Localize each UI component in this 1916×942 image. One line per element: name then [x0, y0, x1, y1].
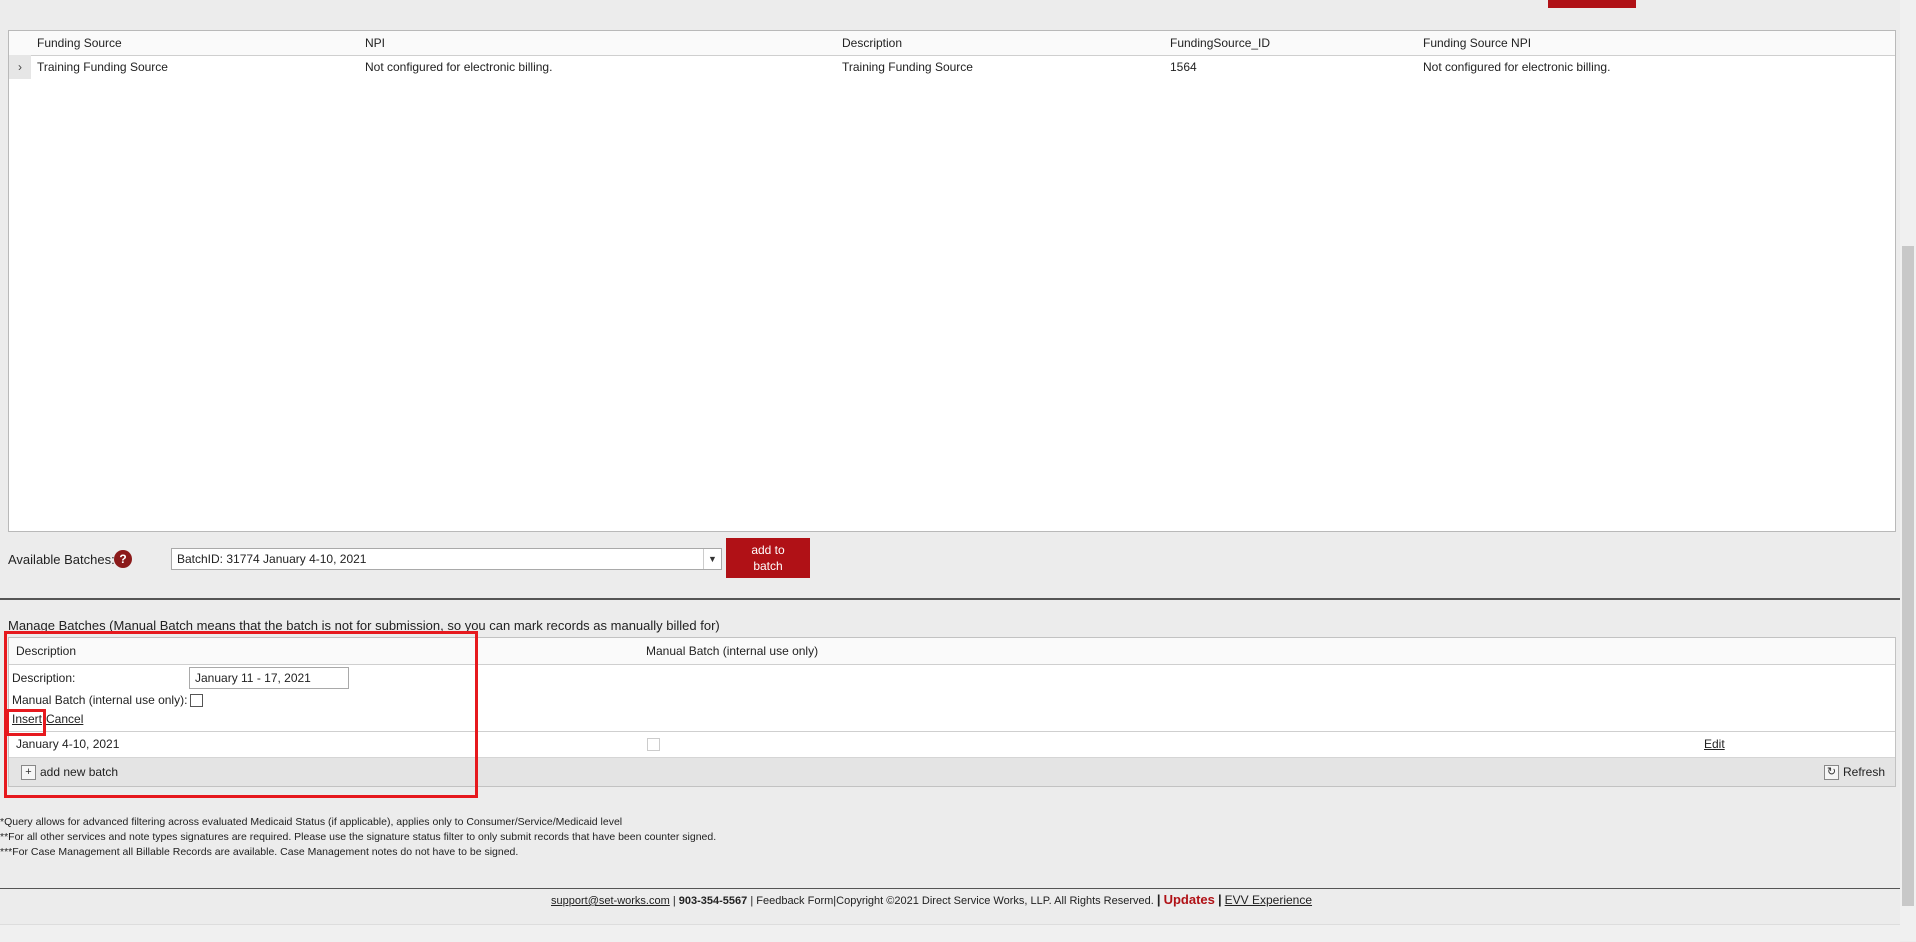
footnote: *Query allows for advanced filtering acr…	[0, 816, 623, 828]
col-npi[interactable]: NPI	[365, 31, 385, 55]
edit-link[interactable]: Edit	[1704, 732, 1725, 757]
batch-select-value: BatchID: 31774 January 4-10, 2021	[177, 552, 367, 566]
col-funding-source[interactable]: Funding Source	[37, 31, 122, 55]
footer-divider	[0, 888, 1900, 889]
col-description[interactable]: Description	[842, 31, 902, 55]
col-manual-batch[interactable]: Manual Batch (internal use only)	[646, 638, 818, 664]
cell-funding-source-id: 1564	[1170, 60, 1197, 74]
add-to-batch-button[interactable]: add to batch	[726, 538, 810, 578]
copyright-text: Copyright ©2021 Direct Service Works, LL…	[836, 895, 1154, 907]
separator: |	[750, 895, 754, 907]
help-icon[interactable]: ?	[114, 550, 132, 568]
col-funding-source-npi[interactable]: Funding Source NPI	[1423, 31, 1531, 55]
table-row[interactable]: › Training Funding Source Not configured…	[9, 55, 1895, 79]
available-batches-label: Available Batches:	[8, 552, 115, 567]
chevron-down-icon[interactable]: ▼	[703, 549, 721, 569]
page-footer: support@set-works.com | 903-354-5567 | F…	[551, 892, 1312, 907]
separator: |	[1156, 892, 1161, 907]
updates-link[interactable]: Updates	[1164, 892, 1215, 907]
cell-funding-source-npi: Not configured for electronic billing.	[1423, 60, 1611, 74]
footnote: ***For Case Management all Billable Reco…	[0, 846, 519, 858]
col-funding-source-id[interactable]: FundingSource_ID	[1170, 31, 1270, 55]
batch-select[interactable]: BatchID: 31774 January 4-10, 2021 ▼	[171, 548, 722, 570]
section-divider	[0, 598, 1900, 600]
active-tab-indicator	[1548, 0, 1636, 8]
cell-description: Training Funding Source	[842, 60, 973, 74]
footnote: **For all other services and note types …	[0, 831, 717, 843]
refresh-icon[interactable]: ↻	[1824, 765, 1839, 780]
add-to-batch-label: add to batch	[751, 543, 785, 573]
cell-npi: Not configured for electronic billing.	[365, 60, 553, 74]
separator: |	[672, 895, 676, 907]
vertical-scrollbar-thumb[interactable]	[1902, 246, 1914, 906]
support-email-link[interactable]: support@set-works.com	[551, 895, 670, 907]
grid-header: Funding Source NPI Description FundingSo…	[9, 31, 1895, 56]
phone-number: 903-354-5567	[678, 895, 748, 907]
highlight-box-insert	[6, 709, 46, 736]
refresh-button[interactable]: Refresh	[1843, 758, 1885, 786]
highlight-box	[4, 631, 478, 798]
separator: |	[1217, 892, 1222, 907]
feedback-form-link[interactable]: Feedback Form	[756, 895, 833, 907]
manual-batch-checkbox-readonly	[647, 738, 660, 751]
expand-row-icon[interactable]: ›	[9, 55, 31, 79]
footnotes: *Query allows for advanced filtering acr…	[0, 815, 716, 860]
horizontal-scrollbar[interactable]	[0, 924, 1900, 942]
funding-source-grid: Funding Source NPI Description FundingSo…	[8, 30, 1896, 532]
cell-funding-source: Training Funding Source	[37, 60, 168, 74]
evv-experience-link[interactable]: EVV Experience	[1225, 893, 1312, 907]
